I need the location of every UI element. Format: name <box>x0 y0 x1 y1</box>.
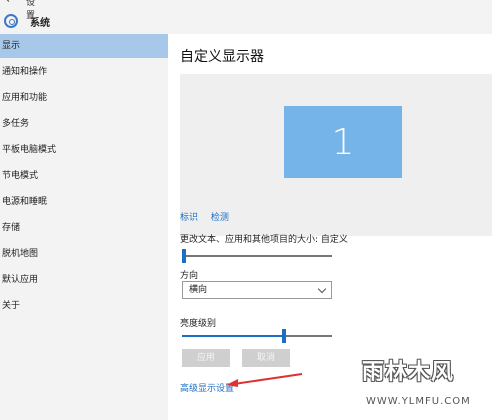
sidebar-item-storage[interactable]: 存储 <box>0 216 168 240</box>
sidebar-item-battery-saver[interactable]: 节电模式 <box>0 164 168 188</box>
sidebar-item-tablet-mode[interactable]: 平板电脑模式 <box>0 138 168 162</box>
orientation-value: 横向 <box>189 285 208 295</box>
watermark: 雨林木风 WWW.YLMFU.COM <box>308 346 492 420</box>
sidebar-item-power-sleep[interactable]: 电源和睡眠 <box>0 190 168 214</box>
sidebar-item-about[interactable]: 关于 <box>0 294 168 318</box>
cancel-button[interactable]: 取消 <box>242 349 290 367</box>
watermark-title: 雨林木风 <box>362 360 455 385</box>
display-links: 标识 检测 <box>180 210 239 223</box>
sidebar-item-offline-maps[interactable]: 脱机地图 <box>0 242 168 266</box>
title-bar: ← 设置 系统 <box>0 0 492 34</box>
sidebar-item-multitasking[interactable]: 多任务 <box>0 112 168 136</box>
detect-link[interactable]: 检测 <box>211 213 229 223</box>
section-title: 系统 <box>30 17 50 29</box>
sidebar-item-apps[interactable]: 应用和功能 <box>0 86 168 110</box>
apply-button[interactable]: 应用 <box>182 349 230 367</box>
sidebar-item-default-apps[interactable]: 默认应用 <box>0 268 168 292</box>
scale-label: 更改文本、应用和其他项目的大小: 自定义 <box>180 235 348 245</box>
identify-link[interactable]: 标识 <box>180 213 198 223</box>
gear-icon <box>4 14 18 28</box>
monitor-tile[interactable]: 1 <box>284 106 402 178</box>
brightness-label: 亮度级别 <box>180 319 217 329</box>
chevron-down-icon <box>317 284 327 294</box>
orientation-label: 方向 <box>180 271 199 281</box>
watermark-url: WWW.YLMFU.COM <box>366 396 471 407</box>
orientation-select[interactable]: 横向 <box>182 281 332 299</box>
section-header: 系统 <box>4 12 50 30</box>
scale-slider[interactable] <box>182 249 332 263</box>
brightness-slider[interactable] <box>182 329 332 343</box>
back-arrow-icon[interactable]: ← <box>6 0 15 6</box>
brightness-slider-thumb[interactable] <box>282 329 286 343</box>
sidebar: 显示 通知和操作 应用和功能 多任务 平板电脑模式 节电模式 电源和睡眠 存储 … <box>0 34 168 420</box>
brightness-fill <box>182 335 284 337</box>
sidebar-item-display[interactable]: 显示 <box>0 34 168 58</box>
sidebar-item-notifications[interactable]: 通知和操作 <box>0 60 168 84</box>
red-arrow-annotation <box>226 373 303 387</box>
scale-slider-thumb[interactable] <box>182 249 186 263</box>
page-title: 自定义显示器 <box>180 49 264 65</box>
